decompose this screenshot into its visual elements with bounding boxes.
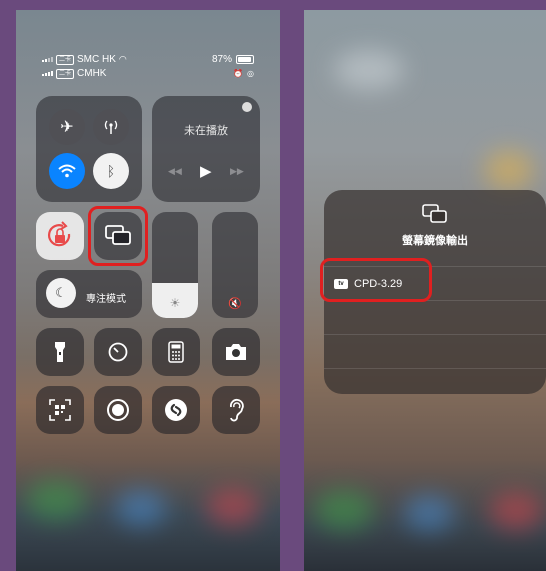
screen-mirroring-title: 螢幕鏡像輸出 xyxy=(402,235,468,247)
dock-blur-green xyxy=(314,490,374,530)
status-bar-line-2: 二卡 CMHK ⏰ ◎ xyxy=(42,68,254,79)
volume-slider[interactable]: 🔇 xyxy=(212,212,258,318)
bluetooth-icon: ᛒ xyxy=(106,163,116,179)
code-scanner-button[interactable] xyxy=(36,386,84,434)
orientation-lock-icon xyxy=(48,221,71,247)
highlight-box xyxy=(320,258,432,302)
carrier-2: CMHK xyxy=(77,68,107,79)
empty-row xyxy=(324,368,546,394)
wifi-button[interactable] xyxy=(49,153,85,189)
status-bar-line-1: 二卡 SMC HK ◠ 87% xyxy=(42,54,254,65)
calculator-button[interactable] xyxy=(152,328,200,376)
now-playing-tile[interactable]: 未在播放 ◀◀ ▶ ▶▶ xyxy=(152,96,260,202)
screen-recording-button[interactable] xyxy=(94,386,142,434)
sim-badge: 二卡 xyxy=(56,68,75,79)
airplane-mode-button[interactable]: ✈ xyxy=(49,109,85,145)
battery-icon xyxy=(236,55,254,64)
highlight-box xyxy=(88,206,148,266)
record-icon xyxy=(107,399,129,421)
location-icon: ◎ xyxy=(247,69,254,78)
focus-mode-label: 專注模式 xyxy=(86,294,126,305)
play-icon[interactable]: ▶ xyxy=(200,162,212,180)
hearing-button[interactable] xyxy=(212,386,260,434)
flashlight-icon xyxy=(55,342,65,362)
dock-blur-blue xyxy=(404,495,454,531)
brightness-slider[interactable]: ☀ xyxy=(152,212,198,318)
volume-muted-icon: 🔇 xyxy=(228,298,242,310)
carrier-1: SMC HK xyxy=(77,54,116,65)
dock-blur-red xyxy=(206,488,260,526)
next-track-icon[interactable]: ▶▶ xyxy=(230,166,244,177)
alarm-icon: ⏰ xyxy=(233,69,244,78)
connectivity-tile: ✈ ᛒ xyxy=(36,96,142,202)
bluetooth-button[interactable]: ᛒ xyxy=(93,153,129,189)
focus-mode-button[interactable]: ☾ 專注模式 xyxy=(36,270,142,318)
background-blur xyxy=(334,50,404,90)
timer-icon xyxy=(108,342,128,362)
airplay-icon[interactable] xyxy=(242,102,252,112)
moon-icon: ☾ xyxy=(46,278,76,308)
dock-blur-blue xyxy=(116,490,166,526)
shazam-button[interactable] xyxy=(152,386,200,434)
flashlight-button[interactable] xyxy=(36,328,84,376)
brightness-icon: ☀ xyxy=(169,296,181,310)
screen-mirroring-icon xyxy=(422,204,447,223)
airplane-icon: ✈ xyxy=(60,119,74,136)
dock-blur-green xyxy=(26,480,86,520)
orientation-lock-button[interactable] xyxy=(36,212,84,260)
ear-icon xyxy=(230,399,244,422)
qr-scanner-icon xyxy=(49,399,71,421)
battery-percent: 87% xyxy=(211,54,232,65)
empty-row xyxy=(324,334,546,369)
signal-icon xyxy=(42,57,53,62)
wifi-icon xyxy=(58,164,76,178)
sim-badge: 二卡 xyxy=(56,54,75,65)
empty-row xyxy=(324,300,546,335)
wifi-status-icon: ◠ xyxy=(118,54,127,64)
previous-track-icon[interactable]: ◀◀ xyxy=(168,166,182,177)
camera-button[interactable] xyxy=(212,328,260,376)
screen-mirroring-screen: 螢幕鏡像輸出 tv CPD-3.29 xyxy=(304,10,546,571)
background-blur xyxy=(484,150,534,190)
now-playing-title: 未在播放 xyxy=(184,125,228,137)
shazam-icon xyxy=(165,399,187,421)
antenna-icon xyxy=(104,120,118,134)
control-center-screen: 二卡 SMC HK ◠ 87% 二卡 CMHK ⏰ ◎ ✈ ᛒ 未在播放 ◀◀ … xyxy=(16,10,280,571)
signal-icon xyxy=(42,71,53,76)
timer-button[interactable] xyxy=(94,328,142,376)
camera-icon xyxy=(226,344,246,360)
calculator-icon xyxy=(168,341,184,363)
cellular-data-button[interactable] xyxy=(93,109,129,145)
dock-blur-red xyxy=(489,492,543,530)
